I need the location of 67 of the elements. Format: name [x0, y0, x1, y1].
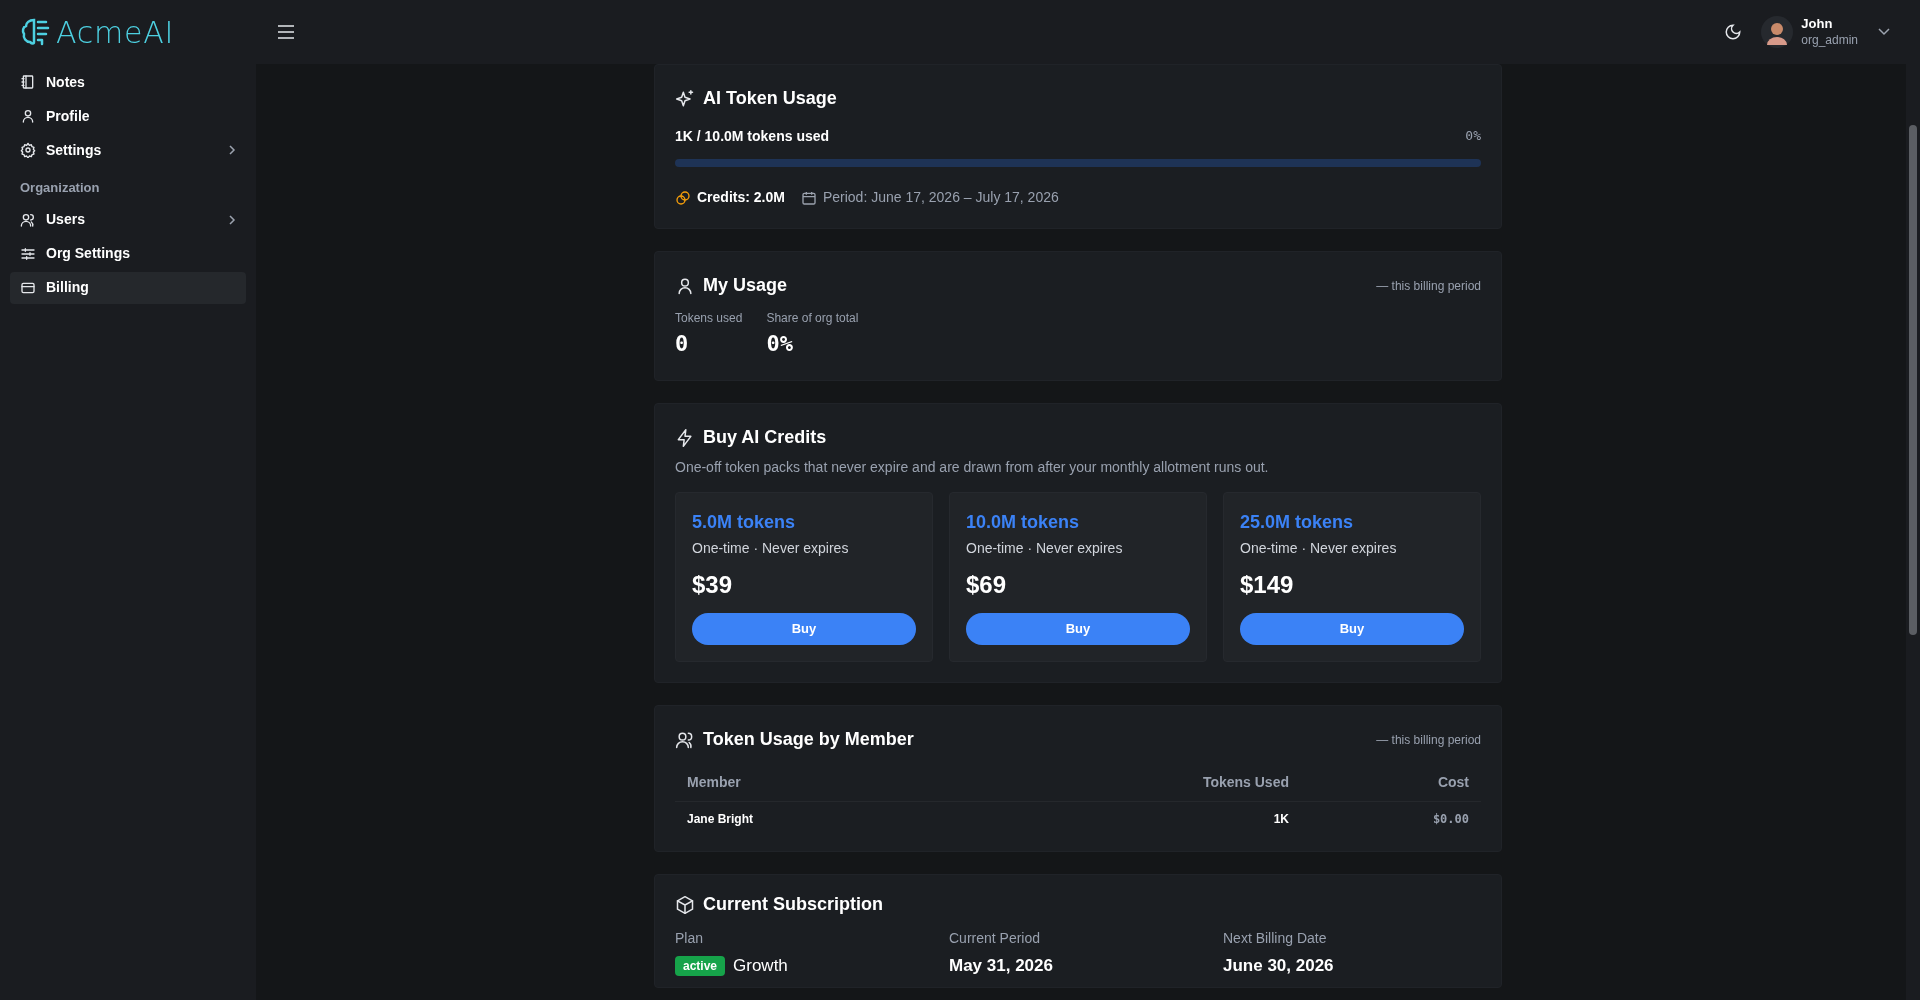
field-label: Next Billing Date [1223, 929, 1328, 948]
pack-price: $149 [1240, 570, 1295, 600]
stat-label: Share of org total [766, 310, 859, 327]
pack-price: $39 [692, 570, 734, 600]
logo-icon [20, 16, 52, 48]
card-title: Buy AI Credits [703, 426, 827, 449]
chevron-right-icon [228, 213, 236, 226]
field-value: May 31, 2026 [949, 955, 1053, 977]
sidebar-item[interactable]: Notes [10, 66, 246, 98]
usage-text: 1K / 10.0M tokens used [675, 127, 830, 146]
column-header: Member [675, 765, 1101, 801]
sparkles-icon [675, 88, 695, 109]
sidebar-item[interactable]: Billing [10, 271, 246, 304]
lightning-icon [675, 427, 695, 448]
table-cell: 1K [1101, 801, 1301, 837]
credits-text: Credits: 2.0M [697, 188, 785, 207]
pack-price: $69 [966, 570, 1008, 600]
stat-label: Tokens used [675, 310, 743, 327]
table-cell: Jane Bright [675, 801, 1101, 837]
period-text: Period: June 17, 2026 – July 17, 2026 [822, 188, 1059, 207]
field-value: Growth [733, 955, 788, 977]
column-header: Cost [1301, 765, 1481, 801]
pack-tokens: 10.0M tokens [966, 511, 1081, 534]
user-role: org_admin [1801, 32, 1858, 48]
sliders-icon [20, 245, 36, 262]
sidebar-item[interactable]: Profile [10, 100, 246, 132]
avatar-icon [1761, 16, 1794, 48]
period-note: — this billing period [1376, 731, 1481, 749]
chevron-right-icon [228, 144, 236, 156]
period-note: — this billing period [1376, 277, 1481, 295]
chevron-down-icon [1878, 28, 1890, 36]
card-title: Token Usage by Member [703, 728, 914, 751]
users-icon [20, 211, 36, 228]
buy-button[interactable]: Buy [692, 613, 916, 645]
pack-terms: One-time · Never expires [692, 539, 850, 558]
card-title: My Usage [703, 274, 788, 297]
brand-name: AcmeAI [56, 13, 175, 52]
sidebar-item[interactable]: Users [10, 203, 246, 236]
stat-value: 0% [766, 330, 794, 358]
sidebar-item[interactable]: Settings [10, 134, 246, 166]
table-cell: $0.00 [1301, 801, 1481, 837]
pack-terms: One-time · Never expires [966, 539, 1124, 558]
column-header: Tokens Used [1101, 765, 1301, 801]
user-name: John [1801, 16, 1833, 33]
stat-value: 0 [675, 330, 690, 358]
settings-icon [20, 142, 36, 158]
card-title: AI Token Usage [703, 87, 837, 110]
pack-tokens: 5.0M tokens [692, 511, 797, 534]
card-description: One-off token packs that never expire and are drawn from after your monthly allotment runs out. [675, 458, 1270, 477]
pack-terms: One-time · Never expires [1240, 539, 1398, 558]
field-label: Plan [675, 929, 705, 948]
coins-icon [675, 189, 691, 206]
section-heading: Organization [20, 179, 101, 197]
calendar-icon [800, 189, 817, 206]
card-title: Current Subscription [703, 893, 883, 916]
field-value: June 30, 2026 [1223, 955, 1334, 977]
field-label: Current Period [949, 929, 1042, 948]
user-menu-button[interactable]: John org_admin [1761, 16, 1890, 48]
buy-button[interactable]: Buy [966, 613, 1190, 645]
status-badge: active [675, 955, 726, 976]
usage-percent: 0% [1465, 127, 1481, 145]
sidebar-item[interactable]: Org Settings [10, 237, 246, 270]
user-icon [20, 108, 36, 124]
buy-button[interactable]: Buy [1240, 613, 1464, 645]
notebook-icon [20, 74, 36, 90]
box-icon [675, 894, 695, 915]
pack-tokens: 25.0M tokens [1240, 511, 1355, 534]
